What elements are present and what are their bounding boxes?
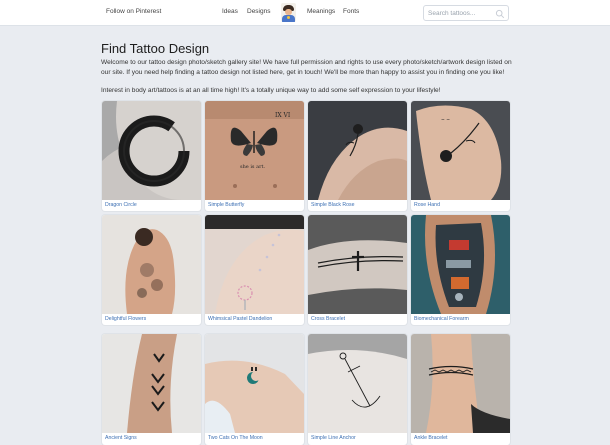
gallery-caption[interactable]: Dragon Circle [105, 202, 137, 208]
tattoo-image[interactable] [102, 101, 201, 200]
gallery-card-whimsical-pastel-dandelion[interactable]: Whimsical Pastel Dandelion [205, 215, 304, 325]
gallery-card-two-cats-on-the-moon[interactable]: Two Cats On The Moon [205, 334, 304, 445]
gallery-caption[interactable]: Simple Butterfly [208, 202, 244, 208]
follow-on-pinterest-link[interactable]: Follow on Pinterest [106, 8, 161, 15]
gallery-caption[interactable]: Cross Bracelet [311, 316, 345, 322]
gallery-card-rose-hand[interactable]: ~ ~ Rose Hand [411, 101, 510, 211]
tattoo-text-script: she is art. [240, 164, 265, 170]
intro-text: Welcome to our tattoo design photo/sketc… [101, 59, 512, 77]
gallery-caption[interactable]: Ancient Signs [105, 435, 137, 441]
gallery-caption[interactable]: Delightful Flowers [105, 316, 146, 322]
tattoo-image[interactable] [102, 334, 201, 433]
gallery-card-simple-line-anchor[interactable]: Simple Line Anchor [308, 334, 407, 445]
top-bar: Follow on Pinterest Ideas Designs Meanin… [0, 0, 610, 26]
tattoo-image[interactable] [308, 334, 407, 433]
gallery-card-cross-bracelet[interactable]: Cross Bracelet [308, 215, 407, 325]
nav-ideas[interactable]: Ideas [222, 8, 238, 15]
tattoo-text-roman: IX VI [275, 112, 291, 119]
tattoo-image[interactable]: ~ ~ [411, 101, 510, 200]
gallery-card-simple-butterfly[interactable]: IX VI she is art. Simple Butterfly [205, 101, 304, 211]
tattoo-image[interactable] [411, 215, 510, 314]
gallery-card-ancient-signs[interactable]: Ancient Signs [102, 334, 201, 445]
gallery-caption[interactable]: Rose Hand [414, 202, 440, 208]
nav-fonts[interactable]: Fonts [343, 8, 359, 15]
tattoo-image[interactable] [308, 215, 407, 314]
tattoo-image[interactable] [308, 101, 407, 200]
gallery-caption[interactable]: Ankle Bracelet [414, 435, 447, 441]
gallery-caption[interactable]: Two Cats On The Moon [208, 435, 263, 441]
search-input[interactable] [428, 8, 494, 19]
search-icon[interactable] [495, 9, 505, 19]
gallery-caption[interactable]: Simple Black Rose [311, 202, 355, 208]
tattoo-script-decoration: ~ ~ [441, 118, 450, 123]
tattoo-image[interactable] [102, 215, 201, 314]
gallery-card-dragon-circle[interactable]: Dragon Circle [102, 101, 201, 211]
interest-text: Interest in body art/tattoos is at an al… [101, 87, 441, 94]
nav-designs[interactable]: Designs [247, 8, 270, 15]
gallery-card-simple-black-rose[interactable]: Simple Black Rose [308, 101, 407, 211]
gallery-card-biomechanical-forearm[interactable]: Biomechanical Forearm [411, 215, 510, 325]
gallery-caption[interactable]: Biomechanical Forearm [414, 316, 469, 322]
gallery-card-ankle-bracelet[interactable]: Ankle Bracelet [411, 334, 510, 445]
gallery-caption[interactable]: Simple Line Anchor [311, 435, 356, 441]
nav-meanings[interactable]: Meanings [307, 8, 335, 15]
page-title: Find Tattoo Design [101, 41, 210, 56]
tattoo-image[interactable] [411, 334, 510, 433]
site-logo[interactable] [281, 3, 296, 22]
tattoo-image[interactable]: IX VI she is art. [205, 101, 304, 200]
tattoo-image[interactable] [205, 215, 304, 314]
search-box [423, 5, 509, 21]
gallery-card-delightful-flowers[interactable]: Delightful Flowers [102, 215, 201, 325]
gallery-caption[interactable]: Whimsical Pastel Dandelion [208, 316, 272, 322]
tattoo-image[interactable] [205, 334, 304, 433]
